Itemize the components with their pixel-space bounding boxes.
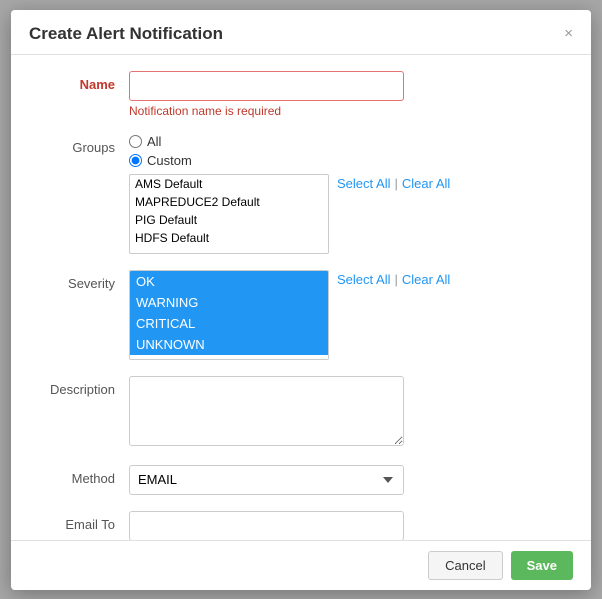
groups-list-container: AMS Default MAPREDUCE2 Default PIG Defau… xyxy=(129,174,573,254)
email-to-row: Email To xyxy=(29,511,573,540)
list-item[interactable]: OK xyxy=(130,271,328,292)
groups-links-row: Select All | Clear All xyxy=(337,176,450,191)
groups-custom-row: Custom xyxy=(129,153,573,168)
email-to-content xyxy=(129,511,573,540)
method-content: EMAIL SNMP PAGERDUTY xyxy=(129,465,573,495)
description-input[interactable] xyxy=(129,376,404,446)
method-select[interactable]: EMAIL SNMP PAGERDUTY xyxy=(129,465,404,495)
groups-label: Groups xyxy=(29,134,129,155)
severity-row: Severity OK WARNING CRITICAL UNKNOWN Sel… xyxy=(29,270,573,360)
name-field-container: Notification name is required xyxy=(129,71,573,118)
severity-list[interactable]: OK WARNING CRITICAL UNKNOWN xyxy=(129,270,329,360)
list-item[interactable]: WARNING xyxy=(130,292,328,313)
name-label: Name xyxy=(29,71,129,92)
severity-links: Select All | Clear All xyxy=(337,270,450,287)
groups-custom-label[interactable]: Custom xyxy=(147,153,192,168)
severity-content: OK WARNING CRITICAL UNKNOWN Select All |… xyxy=(129,270,573,360)
groups-clear-all-button[interactable]: Clear All xyxy=(402,176,450,191)
description-row: Description xyxy=(29,376,573,449)
groups-links: Select All | Clear All xyxy=(337,174,450,191)
name-error: Notification name is required xyxy=(129,104,573,118)
name-input[interactable] xyxy=(129,71,404,101)
groups-custom-radio[interactable] xyxy=(129,154,142,167)
method-row: Method EMAIL SNMP PAGERDUTY xyxy=(29,465,573,495)
severity-label: Severity xyxy=(29,270,129,291)
email-to-label: Email To xyxy=(29,511,129,532)
list-item[interactable]: MAPREDUCE2 Default xyxy=(130,193,328,211)
method-label: Method xyxy=(29,465,129,486)
list-item[interactable]: AMS Default xyxy=(130,175,328,193)
list-item[interactable]: UNKNOWN xyxy=(130,334,328,355)
save-button[interactable]: Save xyxy=(511,551,573,580)
email-to-input[interactable] xyxy=(129,511,404,540)
modal-overlay: Create Alert Notification × Name Notific… xyxy=(0,0,602,599)
groups-separator: | xyxy=(394,176,397,191)
groups-radio-group: All Custom xyxy=(129,134,573,168)
cancel-button[interactable]: Cancel xyxy=(428,551,502,580)
groups-row: Groups All Custom AMS xyxy=(29,134,573,254)
groups-all-radio[interactable] xyxy=(129,135,142,148)
modal-header: Create Alert Notification × xyxy=(11,10,591,55)
groups-all-label[interactable]: All xyxy=(147,134,161,149)
severity-select-all-button[interactable]: Select All xyxy=(337,272,390,287)
description-label: Description xyxy=(29,376,129,397)
groups-content: All Custom AMS Default MAPREDUCE2 Defaul… xyxy=(129,134,573,254)
list-item[interactable]: HDFS Default xyxy=(130,229,328,247)
severity-links-row: Select All | Clear All xyxy=(337,272,450,287)
modal: Create Alert Notification × Name Notific… xyxy=(11,10,591,590)
modal-footer: Cancel Save xyxy=(11,540,591,590)
groups-select-all-button[interactable]: Select All xyxy=(337,176,390,191)
severity-separator: | xyxy=(394,272,397,287)
modal-body: Name Notification name is required Group… xyxy=(11,55,591,540)
list-item[interactable]: PIG Default xyxy=(130,211,328,229)
description-content xyxy=(129,376,573,449)
name-row: Name Notification name is required xyxy=(29,71,573,118)
modal-title: Create Alert Notification xyxy=(29,24,223,44)
close-button[interactable]: × xyxy=(564,26,573,41)
severity-list-container: OK WARNING CRITICAL UNKNOWN Select All |… xyxy=(129,270,573,360)
groups-list[interactable]: AMS Default MAPREDUCE2 Default PIG Defau… xyxy=(129,174,329,254)
severity-clear-button[interactable]: Clear All xyxy=(402,272,450,287)
groups-all-row: All xyxy=(129,134,573,149)
list-item[interactable]: CRITICAL xyxy=(130,313,328,334)
